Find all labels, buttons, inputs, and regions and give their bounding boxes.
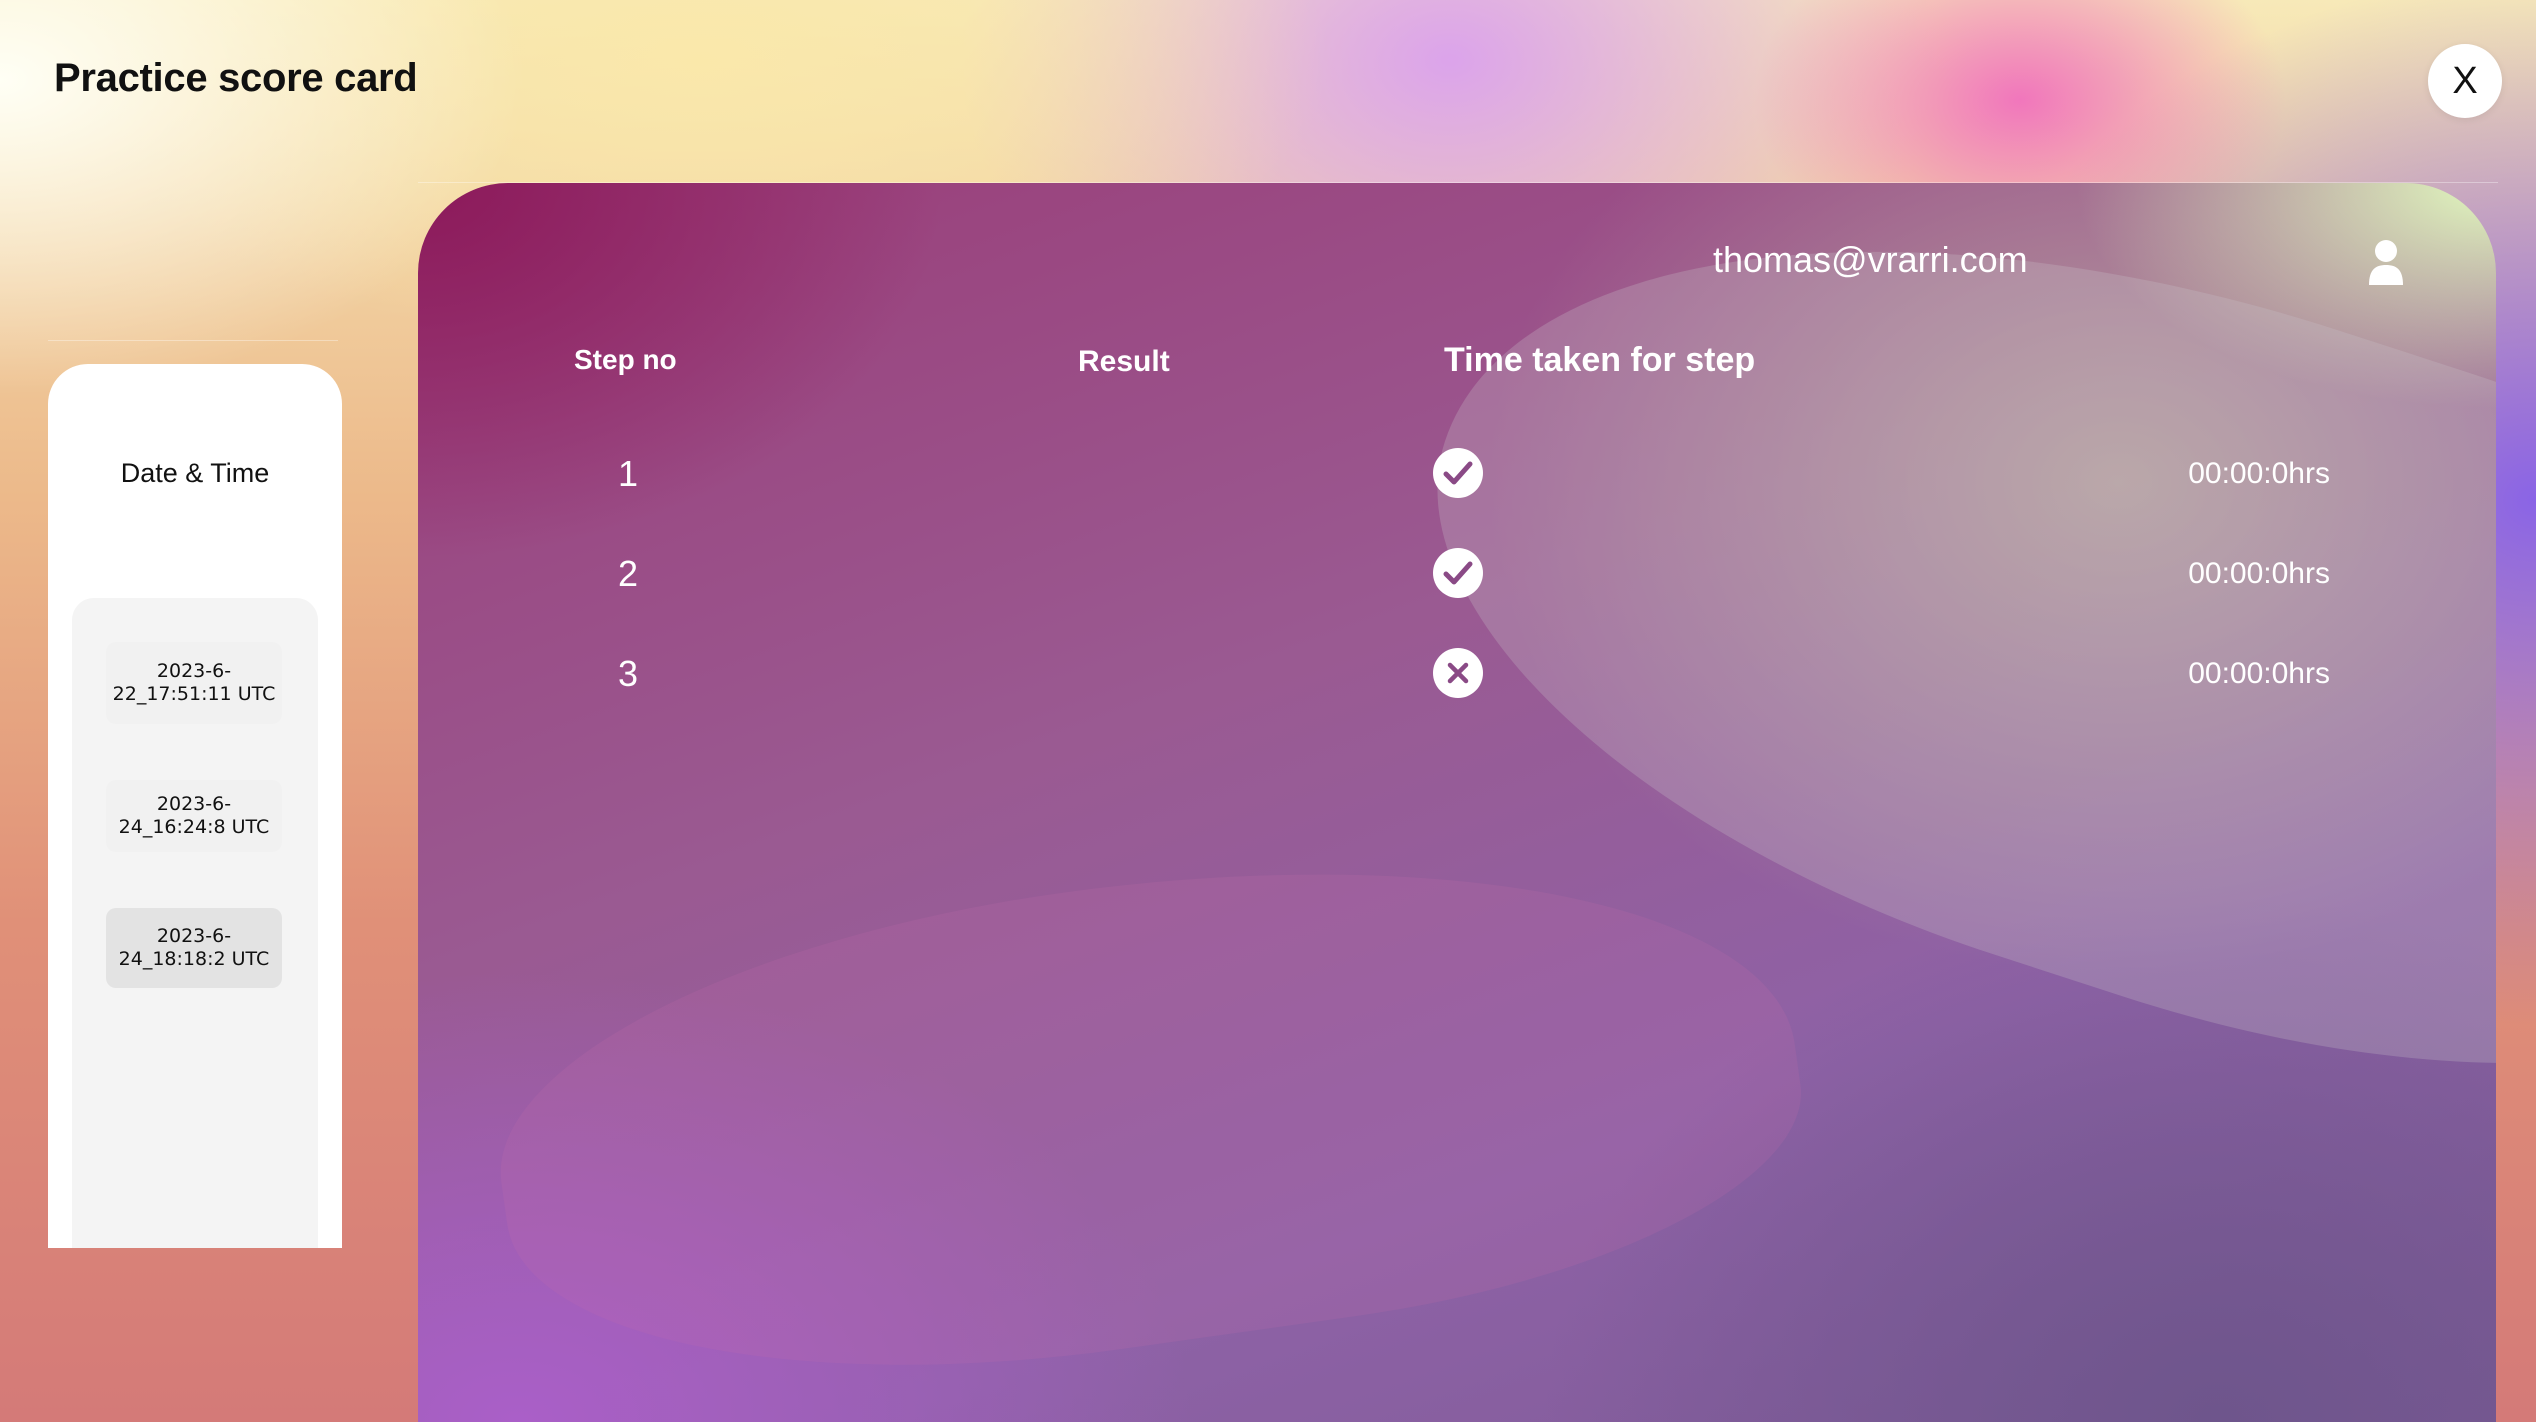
column-header-step: Step no [574,344,677,375]
step-number: 3 [617,653,639,694]
score-card-panel: thomas@vrarri.com Step no Result Time ta… [418,183,2496,1422]
sidebar-divider [48,340,338,341]
user-icon[interactable] [2366,239,2406,285]
date-item[interactable]: 2023-6-22_17:51:11 UTC [106,642,282,724]
sidebar-title: Date & Time [120,458,270,488]
step-number: 2 [617,553,639,594]
check-circle-icon [1433,548,1483,598]
background-wave [472,794,1824,1422]
step-duration: 00:00:0hrs [2188,657,2330,690]
x-circle-icon [1433,648,1483,698]
table-row: 1 00:00:0hrs [418,443,2496,503]
check-circle-icon [1433,448,1483,498]
column-header-time: Time taken for step [1444,341,1756,379]
close-button[interactable]: X [2428,44,2502,118]
page-title: Practice score card [54,56,418,100]
date-item-selected[interactable]: 2023-6-24_18:18:2 UTC [106,908,282,988]
table-row: 3 00:00:0hrs [418,643,2496,703]
step-duration: 00:00:0hrs [2188,557,2330,590]
column-header-result: Result [1078,345,1170,378]
date-list[interactable]: 2023-6-22_17:51:11 UTC 2023-6-24_16:24:8… [72,598,318,1248]
user-email: thomas@vrarri.com [1713,239,2028,280]
date-item[interactable]: 2023-6-24_16:24:8 UTC [106,780,282,852]
date-time-sidebar: Date & Time 2023-6-22_17:51:11 UTC 2023-… [48,364,342,1248]
step-number: 1 [617,453,639,494]
step-duration: 00:00:0hrs [2188,457,2330,490]
table-row: 2 00:00:0hrs [418,543,2496,603]
